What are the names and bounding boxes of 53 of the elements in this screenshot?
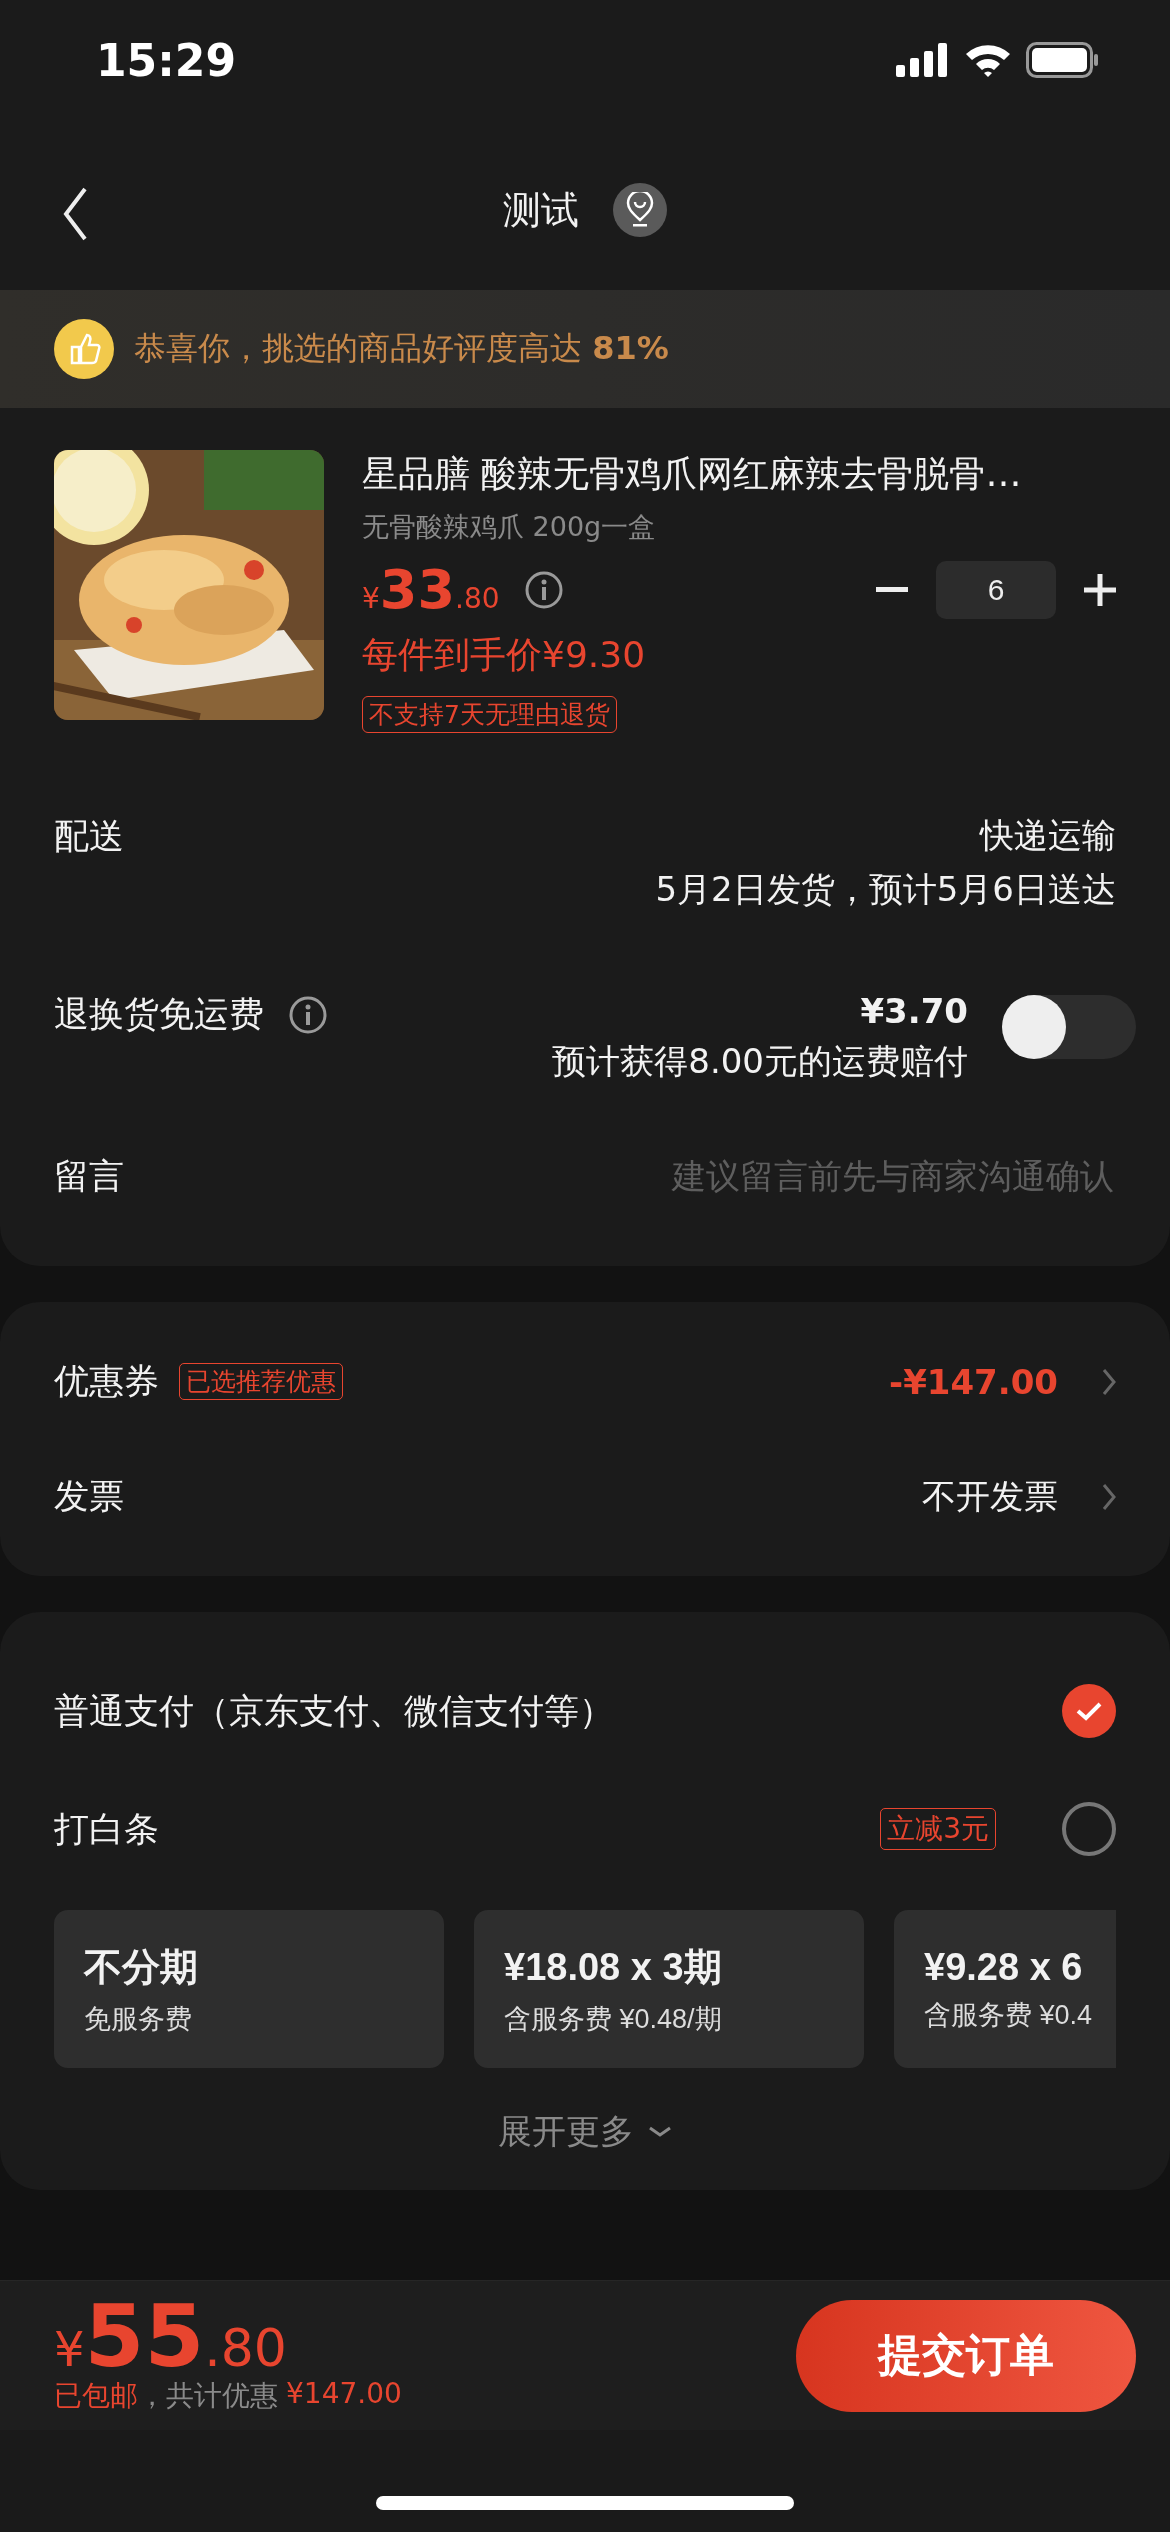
submit-order-button[interactable]: 提交订单 (796, 2299, 1136, 2412)
delivery-label: 配送 (54, 815, 124, 858)
info-icon[interactable] (288, 994, 328, 1035)
payment-option[interactable]: 打白条 (54, 1805, 159, 1853)
total-price: ¥55.80 (54, 2295, 287, 2378)
invoice-value[interactable]: 不开发票 (922, 1473, 1058, 1520)
wifi-icon (964, 43, 1012, 77)
product-title: 星品膳 酸辣无骨鸡爪网红麻辣去骨脱骨… (362, 452, 1023, 496)
increase-button[interactable] (1084, 574, 1116, 606)
insurance-price: ¥3.70 (860, 991, 968, 1031)
chevron-right-icon (1102, 1367, 1116, 1396)
return-policy-tag: 不支持7天无理由退货 (362, 696, 617, 733)
installment-option[interactable]: 不分期 免服务费 (54, 1910, 444, 2068)
rating-text: 恭喜你，挑选的商品好评度高达 81% (134, 328, 669, 369)
decrease-button[interactable] (876, 587, 908, 593)
discount-badge: 立减3元 (880, 1808, 996, 1850)
installment-option[interactable]: ¥9.28 x 6 含服务费 ¥0.4 (894, 1910, 1116, 2068)
payment-radio[interactable] (1062, 1802, 1116, 1856)
chevron-down-icon (648, 2126, 672, 2138)
message-label: 留言 (54, 1155, 124, 1198)
product-spec: 无骨酸辣鸡爪 200g一盒 (362, 510, 657, 544)
chevron-right-icon (1102, 1482, 1116, 1511)
coupon-tag: 已选推荐优惠 (179, 1363, 343, 1400)
battery-icon (1026, 42, 1100, 78)
page-title: 测试 (503, 186, 579, 234)
thumbs-up-icon (54, 319, 114, 379)
quantity-field[interactable]: 6 (936, 561, 1056, 619)
payment-option[interactable]: 普通支付（京东支付、微信支付等） (54, 1687, 614, 1735)
pin-icon (625, 192, 655, 228)
unit-price: 每件到手价¥9.30 (362, 633, 647, 677)
installment-option[interactable]: ¥18.08 x 3期 含服务费 ¥0.48/期 (474, 1910, 864, 2068)
plus-icon (1084, 574, 1116, 606)
insurance-note: 预计获得8.00元的运费赔付 (552, 1040, 968, 1083)
discount-label: ，共计优惠 (138, 2378, 278, 2415)
minus-icon (876, 587, 908, 593)
delivery-schedule: 5月2日发货，预计5月6日送达 (655, 868, 1116, 911)
status-time: 15:29 (96, 34, 237, 86)
coupon-value[interactable]: -¥147.00 (889, 1361, 1058, 1402)
payment-radio[interactable] (1062, 1684, 1116, 1738)
delivery-method: 快递运输 (980, 814, 1116, 857)
expand-more-button[interactable]: 展开更多 (492, 2108, 678, 2156)
location-button[interactable] (613, 183, 667, 237)
discount-total: ¥147.00 (286, 2377, 402, 2413)
message-field[interactable]: 建议留言前先与商家沟通确认 (476, 1156, 1116, 1197)
check-icon (1075, 1700, 1103, 1722)
coupon-label: 优惠券 (54, 1360, 159, 1403)
product-price: ¥33.80 (362, 563, 500, 617)
return-shipping-label: 退换货免运费 (54, 993, 264, 1036)
shipping-note: 已包邮 (54, 2378, 138, 2415)
back-icon (62, 186, 88, 242)
info-icon[interactable] (523, 570, 564, 610)
signal-icon (896, 43, 950, 77)
invoice-label: 发票 (54, 1475, 124, 1518)
